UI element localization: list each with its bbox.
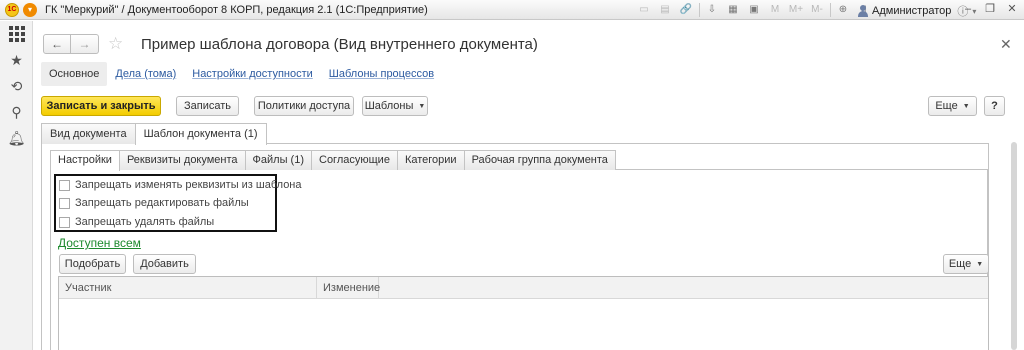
user-icon <box>857 5 869 17</box>
forward-button[interactable]: → <box>71 34 99 54</box>
add-button[interactable]: Добавить <box>133 254 196 274</box>
tab-workgroup[interactable]: Рабочая группа документа <box>463 150 616 170</box>
table-header: Участник Изменение <box>59 277 988 299</box>
access-policies-button[interactable]: Политики доступа <box>254 96 354 116</box>
nav-availability-settings[interactable]: Настройки доступности <box>184 62 321 86</box>
calculator-icon[interactable]: ▦ <box>725 3 741 17</box>
link-icon[interactable]: 🔗 <box>678 3 694 17</box>
favorites-star-icon[interactable]: ★ <box>0 47 33 73</box>
toolbar-separator <box>830 3 831 17</box>
tab-settings[interactable]: Настройки <box>50 150 120 171</box>
participants-table[interactable]: Участник Изменение <box>58 276 989 350</box>
inner-tabs: Настройки Реквизиты документа Файлы (1) … <box>50 150 616 171</box>
zoom-icon[interactable]: ⊕ <box>835 3 851 17</box>
memory-m-minus-icon[interactable]: M- <box>809 3 825 17</box>
checkbox-forbid-edit-files[interactable] <box>59 197 70 209</box>
save-and-close-button[interactable]: Записать и закрыть <box>41 96 161 116</box>
checkbox-label: Запрещать изменять реквизиты из шаблона <box>75 179 302 191</box>
top-tabs: Вид документа Шаблон документа (1) <box>41 123 267 145</box>
print-icon[interactable]: ▭ <box>636 3 652 17</box>
templates-button-label: Шаблоны <box>364 100 414 112</box>
tab-files[interactable]: Файлы (1) <box>244 150 312 170</box>
toolbar-separator <box>699 3 700 17</box>
checkbox-row[interactable]: Запрещать редактировать файлы <box>59 195 249 211</box>
tab-categories[interactable]: Категории <box>396 150 465 170</box>
checkbox-label: Запрещать редактировать файлы <box>75 197 249 209</box>
checkbox-forbid-delete-files[interactable] <box>59 216 70 228</box>
minimize-icon[interactable]: – <box>960 2 976 17</box>
notifications-bell-icon[interactable]: 🔔︎ <box>0 125 33 151</box>
chevron-down-icon: ▼ <box>418 102 426 110</box>
search-icon[interactable]: ⚲ <box>0 99 33 125</box>
window-title: ГК "Меркурий" / Документооборот 8 КОРП, … <box>45 3 428 16</box>
sections-sidebar: ★ ⟲ ⚲ 🔔︎ <box>0 21 33 350</box>
title-toolbar: ▭ ▤ 🔗 ⇩ ▦ ▣ M M+ M- ⊕ ▯ <box>636 2 877 18</box>
checkbox-row[interactable]: Запрещать изменять реквизиты из шаблона <box>59 177 302 193</box>
table-more-button[interactable]: Еще ▼ <box>943 254 989 274</box>
pick-button[interactable]: Подобрать <box>59 254 126 274</box>
close-form-icon[interactable]: ✕ <box>1000 36 1012 53</box>
nav-cases[interactable]: Дела (тома) <box>107 62 184 86</box>
chevron-down-icon: ▼ <box>976 260 984 268</box>
app-logo-icon[interactable]: 1С <box>5 2 19 17</box>
checkbox-forbid-change-attributes[interactable] <box>59 179 70 191</box>
form-title: Пример шаблона договора (Вид внутреннего… <box>141 36 538 53</box>
form-navigation-panel: Основное Дела (тома) Настройки доступнос… <box>41 62 442 86</box>
memory-m-icon[interactable]: M <box>767 3 783 17</box>
access-available-to-all-link[interactable]: Доступен всем <box>58 236 141 250</box>
chevron-down-icon: ▼ <box>962 102 970 110</box>
window-titlebar: 1С ▾ ГК "Меркурий" / Документооборот 8 К… <box>0 0 1024 20</box>
tab-document-type[interactable]: Вид документа <box>41 123 136 144</box>
back-button[interactable]: ← <box>43 34 71 54</box>
more-button-label: Еще <box>935 100 958 112</box>
checkbox-label: Запрещать удалять файлы <box>75 216 215 228</box>
favorite-star-icon[interactable]: ☆ <box>108 34 123 54</box>
save-button[interactable]: Записать <box>176 96 239 116</box>
tab-approvers[interactable]: Согласующие <box>311 150 398 170</box>
calendar-icon[interactable]: ▣ <box>746 3 762 17</box>
user-name: Администратор <box>872 5 952 17</box>
tab-document-template[interactable]: Шаблон документа (1) <box>134 123 267 145</box>
command-bar: Записать и закрыть Записать Политики дос… <box>41 96 1005 116</box>
memory-m-plus-icon[interactable]: M+ <box>788 3 804 17</box>
vertical-scrollbar[interactable] <box>1009 140 1019 350</box>
table-more-button-label: Еще <box>948 258 972 270</box>
nav-main[interactable]: Основное <box>41 62 108 86</box>
help-button[interactable]: ? <box>984 96 1005 116</box>
history-icon[interactable]: ⟲ <box>0 73 33 99</box>
restore-icon[interactable]: ❐ <box>982 2 998 17</box>
main-menu-icon[interactable] <box>0 21 33 47</box>
attach-icon[interactable]: ⇩ <box>704 3 720 17</box>
window-controls: – ❐ ✕ <box>954 2 1020 17</box>
more-button[interactable]: Еще ▼ <box>928 96 977 116</box>
save-icon[interactable]: ▤ <box>657 3 673 17</box>
nav-process-templates[interactable]: Шаблоны процессов <box>321 62 442 86</box>
history-navigation: ← → <box>43 34 99 54</box>
column-header-change[interactable]: Изменение <box>317 277 380 299</box>
scrollbar-thumb[interactable] <box>1011 142 1017 350</box>
tab-document-attributes[interactable]: Реквизиты документа <box>118 150 246 170</box>
templates-button[interactable]: Шаблоны ▼ <box>362 96 428 116</box>
column-header-participant[interactable]: Участник <box>59 277 317 299</box>
close-window-icon[interactable]: ✕ <box>1004 2 1020 17</box>
app-menu-button[interactable]: ▾ <box>23 2 37 17</box>
checkbox-row[interactable]: Запрещать удалять файлы <box>59 214 214 230</box>
